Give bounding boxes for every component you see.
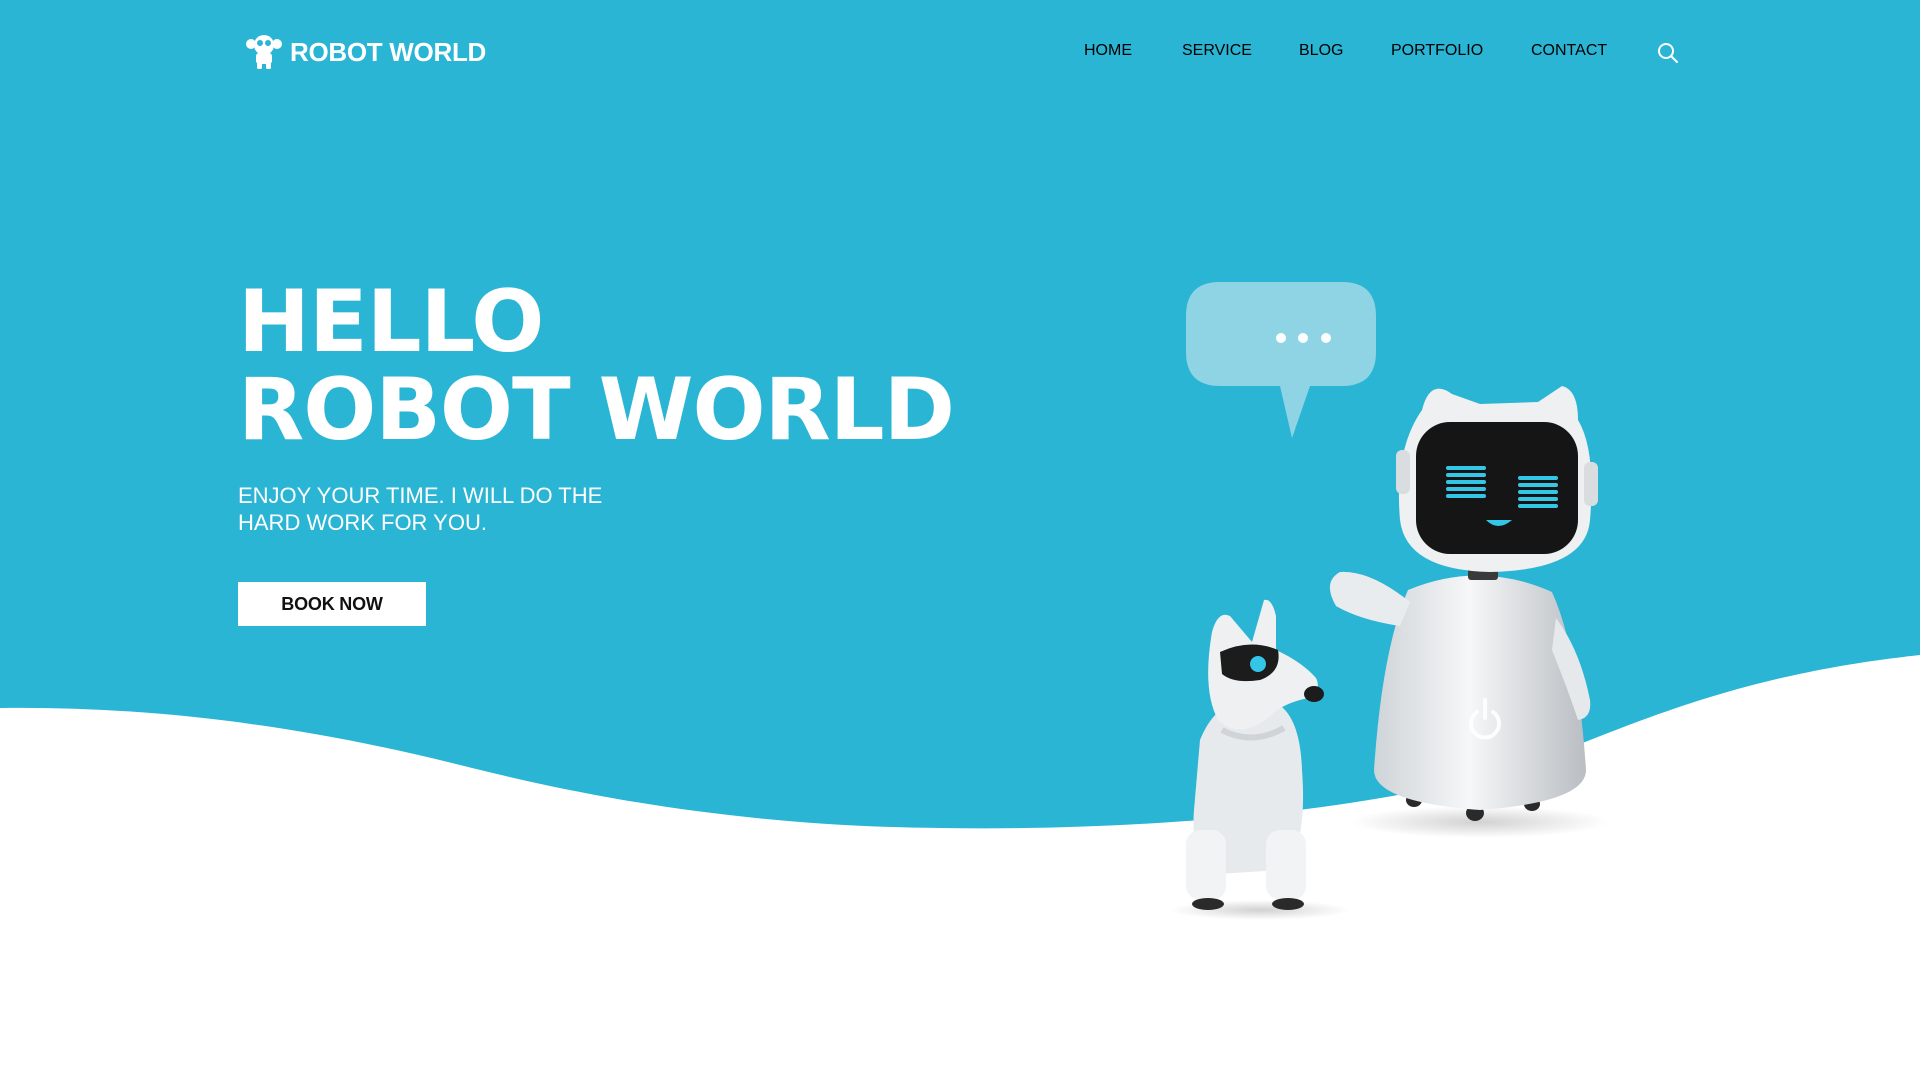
nav-blog[interactable]: BLOG xyxy=(1299,42,1343,60)
hero-subtitle-line-2: HARD WORK FOR YOU. xyxy=(238,510,487,535)
nav-home[interactable]: HOME xyxy=(1084,42,1132,60)
robot-illustration xyxy=(1170,282,1610,920)
nav-service[interactable]: SERVICE xyxy=(1182,42,1252,60)
robot-dog-character xyxy=(1186,599,1324,910)
nav-portfolio[interactable]: PORTFOLIO xyxy=(1391,42,1483,60)
brand-logo[interactable]: ROBOT WORLD xyxy=(244,34,486,70)
search-icon xyxy=(1658,43,1678,63)
speech-bubble xyxy=(1186,282,1376,438)
site-header: ROBOT WORLD HOME SERVICE BLOG PORTFOLIO … xyxy=(0,0,1920,104)
hero-title: HELLO ROBOT WORLD xyxy=(238,272,955,460)
hero-title-line-1: HELLO xyxy=(238,272,544,372)
robot-logo-icon xyxy=(246,35,282,69)
book-now-button[interactable]: BOOK NOW xyxy=(238,582,426,626)
hero-subtitle: ENJOY YOUR TIME. I WILL DO THE HARD WORK… xyxy=(238,482,638,536)
nav-contact[interactable]: CONTACT xyxy=(1531,42,1607,60)
hero-subtitle-line-1: ENJOY YOUR TIME. I WILL DO THE xyxy=(238,483,603,508)
robot-character xyxy=(1329,386,1598,821)
hero-title-line-2: ROBOT WORLD xyxy=(238,360,955,460)
logo-text: ROBOT WORLD xyxy=(290,36,487,67)
search-button[interactable] xyxy=(1657,42,1679,64)
